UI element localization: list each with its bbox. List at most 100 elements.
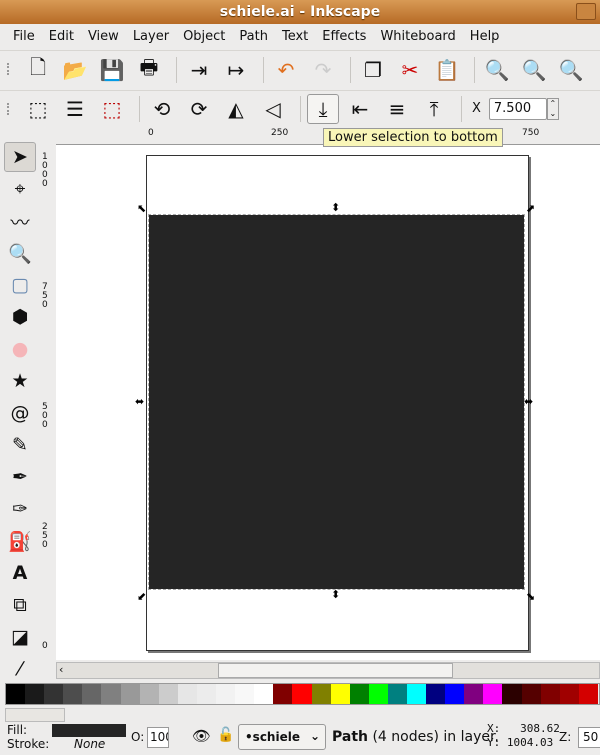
palette-scrollbar[interactable] <box>5 708 65 722</box>
connector-tool-icon[interactable]: ⧉ <box>4 590 36 620</box>
color-swatch[interactable] <box>82 684 102 704</box>
flip-vertical-icon[interactable]: ◁ <box>257 94 289 124</box>
scale-handle-s[interactable]: ⬍ <box>331 588 340 601</box>
color-swatch[interactable] <box>426 684 446 704</box>
pen-tool-icon[interactable]: ✒ <box>4 462 36 492</box>
redo-icon[interactable]: ↷ <box>307 55 339 85</box>
x-input[interactable]: 7.500 <box>488 97 547 120</box>
dropper-tool-icon[interactable]: ⁄ <box>4 654 36 684</box>
menu-text[interactable]: Text <box>275 29 315 44</box>
save-icon[interactable]: 💾 <box>96 55 128 85</box>
text-tool-icon[interactable]: A <box>4 558 36 588</box>
color-swatch[interactable] <box>216 684 236 704</box>
visibility-eye-icon[interactable]: 👁 <box>192 727 211 745</box>
menu-layer[interactable]: Layer <box>126 29 176 44</box>
opacity-input[interactable]: 100 <box>147 727 169 748</box>
menu-object[interactable]: Object <box>176 29 232 44</box>
color-swatch[interactable] <box>101 684 121 704</box>
color-swatch[interactable] <box>445 684 465 704</box>
color-swatch[interactable] <box>120 684 140 704</box>
gradient-tool-icon[interactable]: ◪ <box>4 622 36 652</box>
raise-to-top-icon[interactable]: ⤒ <box>418 94 450 124</box>
lower-icon[interactable]: ⇤ <box>344 94 376 124</box>
color-swatch[interactable] <box>177 684 197 704</box>
color-swatch[interactable] <box>311 684 331 704</box>
raise-icon[interactable]: ≡ <box>381 94 413 124</box>
scale-handle-nw[interactable]: ⬉ <box>137 202 146 215</box>
cut-icon[interactable]: ✂ <box>394 55 426 85</box>
color-swatch[interactable] <box>349 684 369 704</box>
select-all-icon[interactable]: ⬚ <box>22 94 54 124</box>
stroke-value[interactable]: None <box>74 737 105 751</box>
menu-effects[interactable]: Effects <box>315 29 373 44</box>
color-swatch[interactable] <box>139 684 159 704</box>
rotate-ccw-icon[interactable]: ⟲ <box>146 94 178 124</box>
new-document-icon[interactable]: 🗋 <box>22 55 54 85</box>
color-swatch[interactable] <box>387 684 407 704</box>
color-swatch[interactable] <box>235 684 255 704</box>
minimize-button[interactable] <box>576 3 596 20</box>
x-spinner[interactable]: ⌃ ⌄ <box>546 97 559 120</box>
flip-horizontal-icon[interactable]: ◭ <box>220 94 252 124</box>
menu-path[interactable]: Path <box>232 29 275 44</box>
color-swatch[interactable] <box>254 684 274 704</box>
print-icon[interactable]: 🖶 <box>133 55 165 85</box>
color-swatch[interactable] <box>483 684 503 704</box>
color-swatch[interactable] <box>273 684 293 704</box>
scale-handle-se[interactable]: ⬊ <box>526 590 535 603</box>
layer-dropdown[interactable]: •schiele ⌄ <box>238 724 326 750</box>
zoom-input[interactable]: 50 <box>578 727 600 748</box>
menu-edit[interactable]: Edit <box>42 29 81 44</box>
spiral-tool-icon[interactable]: @ <box>4 398 36 428</box>
color-swatch[interactable] <box>368 684 388 704</box>
pencil-tool-icon[interactable]: ✎ <box>4 430 36 460</box>
menu-view[interactable]: View <box>81 29 126 44</box>
calligraphy-tool-icon[interactable]: ✑ <box>4 494 36 524</box>
menu-file[interactable]: File <box>6 29 42 44</box>
star-tool-icon[interactable]: ★ <box>4 366 36 396</box>
duplicate-icon[interactable]: ❐ <box>357 55 389 85</box>
selected-path[interactable] <box>148 214 525 590</box>
3d-box-tool-icon[interactable]: ⬢ <box>4 302 36 332</box>
lock-icon[interactable]: 🔓 <box>217 727 234 743</box>
select-all-layers-icon[interactable]: ☰ <box>59 94 91 124</box>
selector-tool-icon[interactable]: ➤ <box>4 142 36 172</box>
node-tool-icon[interactable]: ⌖ <box>4 174 36 204</box>
color-swatch[interactable] <box>6 684 26 704</box>
horizontal-scrollbar[interactable]: ‹ <box>56 662 600 679</box>
scale-handle-n[interactable]: ⬍ <box>331 201 340 214</box>
scale-handle-ne[interactable]: ⬈ <box>526 202 535 215</box>
scale-handle-w[interactable]: ⬌ <box>135 395 144 408</box>
color-swatch[interactable] <box>292 684 312 704</box>
export-icon[interactable]: ↦ <box>220 55 252 85</box>
color-swatch[interactable] <box>196 684 217 704</box>
color-swatch[interactable] <box>158 684 178 704</box>
lower-to-bottom-button[interactable]: ⤓ <box>307 93 339 124</box>
color-swatch[interactable] <box>25 684 45 704</box>
paste-icon[interactable]: 📋 <box>431 55 463 85</box>
fill-swatch[interactable] <box>52 724 126 737</box>
paint-bucket-tool-icon[interactable]: ⛽ <box>4 526 36 556</box>
zoom-selection-icon[interactable]: 🔍 <box>481 55 513 85</box>
scale-handle-sw[interactable]: ⬋ <box>137 590 146 603</box>
color-swatch[interactable] <box>464 684 484 704</box>
scroll-left-icon[interactable]: ‹ <box>59 663 63 676</box>
color-swatch[interactable] <box>578 684 598 704</box>
undo-icon[interactable]: ↶ <box>270 55 302 85</box>
menu-whiteboard[interactable]: Whiteboard <box>373 29 462 44</box>
zoom-tool-icon[interactable]: 🔍 <box>4 238 36 268</box>
color-swatch[interactable] <box>44 684 64 704</box>
color-swatch[interactable] <box>559 684 579 704</box>
rectangle-tool-icon[interactable]: ▢ <box>4 270 36 300</box>
zoom-page-icon[interactable]: 🔍 <box>555 55 587 85</box>
color-swatch[interactable] <box>521 684 541 704</box>
menu-help[interactable]: Help <box>463 29 507 44</box>
rotate-cw-icon[interactable]: ⟳ <box>183 94 215 124</box>
color-swatch[interactable] <box>63 684 83 704</box>
color-swatch[interactable] <box>540 684 560 704</box>
import-icon[interactable]: ⇥ <box>183 55 215 85</box>
deselect-icon[interactable]: ⬚ <box>96 94 128 124</box>
scale-handle-e[interactable]: ⬌ <box>524 395 533 408</box>
zoom-drawing-icon[interactable]: 🔍 <box>518 55 550 85</box>
ellipse-tool-icon[interactable]: ● <box>4 334 36 364</box>
